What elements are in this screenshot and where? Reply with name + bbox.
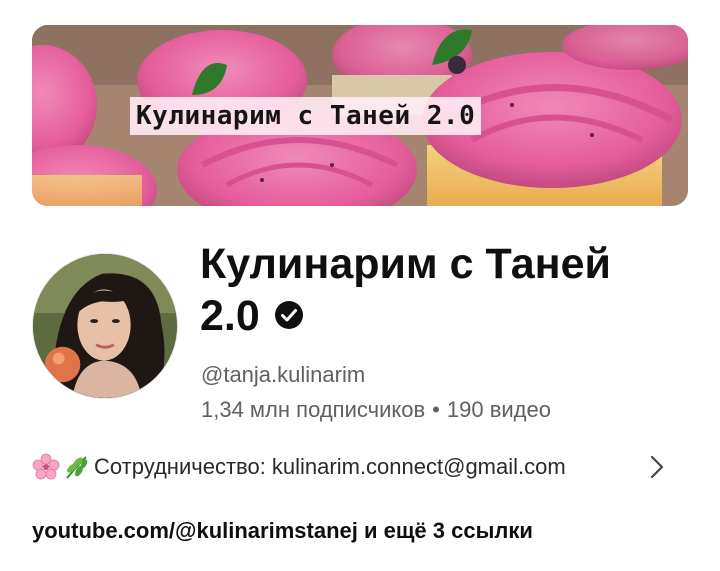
channel-banner: Кулинарим с Таней 2.0 xyxy=(32,25,688,206)
channel-links: youtube.com/@kulinarimstanej и ещё 3 ссы… xyxy=(32,517,533,545)
video-count: 190 видео xyxy=(446,397,551,422)
stats-separator: • xyxy=(432,397,440,422)
channel-description[interactable]: Сотрудничество: kulinarim.connect@gmail.… xyxy=(32,447,668,487)
avatar-portrait-image xyxy=(33,254,177,398)
description-text: Сотрудничество: kulinarim.connect@gmail.… xyxy=(94,454,566,479)
herb-icon xyxy=(66,456,88,479)
channel-stats: 1,34 млн подписчиков • 190 видео xyxy=(201,396,551,424)
banner-title: Кулинарим с Таней 2.0 xyxy=(130,97,482,135)
channel-avatar[interactable] xyxy=(32,253,178,399)
channel-name-text: Кулинарим с Таней 2.0 xyxy=(200,240,611,340)
channel-handle: @tanja.kulinarim xyxy=(201,362,366,387)
cropped-top-text xyxy=(170,0,290,6)
cherry-blossom-icon xyxy=(32,453,60,480)
chevron-right-icon[interactable] xyxy=(646,453,668,481)
channel-name: Кулинарим с Таней 2.0 xyxy=(200,238,670,342)
verified-check-icon xyxy=(274,300,303,329)
subscriber-count: 1,34 млн подписчиков xyxy=(201,397,426,422)
primary-link[interactable]: youtube.com/@kulinarimstanej xyxy=(32,518,358,543)
more-links-link[interactable]: и ещё 3 ссылки xyxy=(364,518,533,543)
